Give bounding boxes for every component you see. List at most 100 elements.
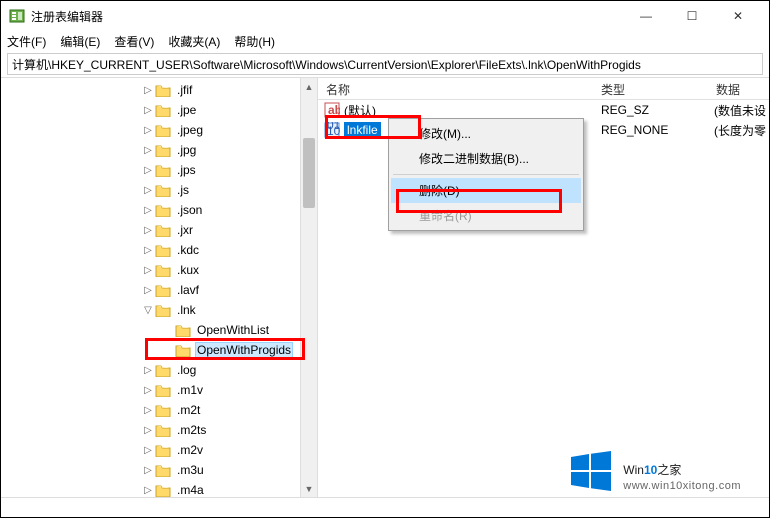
- menu-help[interactable]: 帮助(H): [234, 33, 275, 50]
- tree-node[interactable]: OpenWithProgids: [1, 340, 317, 360]
- tree-node[interactable]: ▷.jfif: [1, 80, 317, 100]
- tree-expand-icon[interactable]: ▷: [141, 285, 155, 296]
- minimize-button[interactable]: —: [623, 1, 669, 31]
- tree-node-label: .m4a: [175, 482, 206, 497]
- scroll-thumb[interactable]: [303, 138, 315, 208]
- maximize-button[interactable]: ☐: [669, 1, 715, 31]
- tree-node[interactable]: ▷.kux: [1, 260, 317, 280]
- tree-expand-icon[interactable]: ▷: [141, 485, 155, 496]
- tree-node[interactable]: ▷.log: [1, 360, 317, 380]
- folder-icon: [155, 83, 171, 97]
- scroll-up-icon[interactable]: ▲: [301, 78, 317, 95]
- titlebar: 注册表编辑器 — ☐ ✕: [1, 1, 769, 31]
- tree-node[interactable]: ▷ .js: [1, 180, 317, 200]
- menu-file[interactable]: 文件(F): [7, 33, 46, 50]
- tree-node[interactable]: ▷ .jxr: [1, 220, 317, 240]
- tree-expand-icon[interactable]: ▷: [141, 265, 155, 276]
- folder-icon: [155, 143, 171, 157]
- folder-icon: [155, 283, 171, 297]
- address-bar[interactable]: 计算机\HKEY_CURRENT_USER\Software\Microsoft…: [7, 53, 763, 75]
- tree-node[interactable]: OpenWithList: [1, 320, 317, 340]
- tree-node[interactable]: ▷.jps: [1, 160, 317, 180]
- tree-node[interactable]: ▷ .kdc: [1, 240, 317, 260]
- context-menu: 修改(M)... 修改二进制数据(B)... 删除(D) 重命名(R): [388, 118, 584, 231]
- tree-expand-icon[interactable]: ▷: [141, 245, 155, 256]
- menu-view[interactable]: 查看(V): [114, 33, 154, 50]
- tree-expand-icon[interactable]: ▷: [141, 105, 155, 116]
- tree-expand-icon[interactable]: ▷: [141, 465, 155, 476]
- header-type[interactable]: 类型: [593, 78, 708, 99]
- tree-node-label: .lavf: [175, 282, 201, 298]
- value-data: (数值未设: [708, 102, 769, 119]
- tree-expand-icon[interactable]: ▷: [141, 165, 155, 176]
- header-data[interactable]: 数据: [708, 78, 769, 99]
- content-area: ▷.jfif▷.jpe▷.jpeg▷.jpg▷.jps▷.js▷.json▷.j…: [1, 77, 769, 497]
- menu-modify-binary[interactable]: 修改二进制数据(B)...: [391, 146, 581, 171]
- tree-scrollbar[interactable]: ▲ ▼: [300, 78, 317, 497]
- folder-icon: [155, 163, 171, 177]
- menu-rename: 重命名(R): [391, 203, 581, 228]
- value-type: REG_NONE: [593, 123, 708, 137]
- tree-expand-icon[interactable]: ▷: [141, 445, 155, 456]
- value-type-icon: 01101001: [324, 122, 340, 138]
- windows-logo-icon: [569, 449, 613, 493]
- tree-expand-icon[interactable]: ▷: [141, 425, 155, 436]
- statusbar: [1, 497, 769, 517]
- scroll-down-icon[interactable]: ▼: [301, 480, 317, 497]
- folder-icon: [155, 203, 171, 217]
- tree-node[interactable]: ▷ .m4a: [1, 480, 317, 497]
- close-button[interactable]: ✕: [715, 1, 761, 31]
- tree-node[interactable]: ▽.lnk: [1, 300, 317, 320]
- value-type: REG_SZ: [593, 103, 708, 117]
- folder-icon: [155, 423, 171, 437]
- tree-node[interactable]: ▷.m2ts: [1, 420, 317, 440]
- folder-icon: [155, 303, 171, 317]
- tree-expand-icon[interactable]: ▷: [141, 405, 155, 416]
- tree-node[interactable]: ▷.json: [1, 200, 317, 220]
- folder-icon: [155, 403, 171, 417]
- folder-icon: [155, 183, 171, 197]
- tree-node-label: .jpe: [175, 102, 198, 118]
- tree-node-label: .jxr: [175, 222, 195, 238]
- folder-icon: [155, 223, 171, 237]
- tree-node[interactable]: ▷ .lavf: [1, 280, 317, 300]
- tree-node[interactable]: ▷ .jpe: [1, 100, 317, 120]
- menu-separator: [393, 174, 579, 175]
- folder-icon: [155, 483, 171, 497]
- tree-node[interactable]: ▷ .m2t: [1, 400, 317, 420]
- tree-node[interactable]: ▷.m2v: [1, 440, 317, 460]
- tree-node-label: .m2t: [175, 402, 202, 418]
- svg-text:1001: 1001: [327, 124, 340, 138]
- value-row[interactable]: ab(默认)REG_SZ(数值未设: [318, 100, 769, 120]
- folder-icon: [175, 343, 191, 357]
- tree-expand-icon[interactable]: ▷: [141, 185, 155, 196]
- tree-node-label: .kdc: [175, 242, 201, 258]
- tree-node[interactable]: ▷.jpg: [1, 140, 317, 160]
- window-title: 注册表编辑器: [31, 8, 623, 25]
- tree-expand-icon[interactable]: ▷: [141, 85, 155, 96]
- tree-expand-icon[interactable]: ▷: [141, 125, 155, 136]
- menu-modify[interactable]: 修改(M)...: [391, 121, 581, 146]
- tree-expand-icon[interactable]: ▷: [141, 205, 155, 216]
- menu-edit[interactable]: 编辑(E): [60, 33, 100, 50]
- header-name[interactable]: 名称: [318, 78, 593, 99]
- tree-expand-icon[interactable]: ▷: [141, 385, 155, 396]
- tree-expand-icon[interactable]: ▽: [141, 305, 155, 316]
- tree-expand-icon[interactable]: ▷: [141, 145, 155, 156]
- tree-expand-icon[interactable]: ▷: [141, 365, 155, 376]
- menu-delete[interactable]: 删除(D): [391, 178, 581, 203]
- folder-icon: [175, 323, 191, 337]
- tree-node-label: OpenWithList: [195, 322, 271, 338]
- folder-icon: [155, 243, 171, 257]
- value-type-icon: ab: [324, 102, 340, 118]
- tree-node[interactable]: ▷.m3u: [1, 460, 317, 480]
- tree-node[interactable]: ▷.m1v: [1, 380, 317, 400]
- tree-expand-icon[interactable]: ▷: [141, 225, 155, 236]
- folder-icon: [155, 463, 171, 477]
- tree-node[interactable]: ▷.jpeg: [1, 120, 317, 140]
- tree-node-label: .js: [175, 182, 191, 198]
- menu-favorites[interactable]: 收藏夹(A): [168, 33, 220, 50]
- value-name: lnkfile: [344, 122, 381, 138]
- tree-pane[interactable]: ▷.jfif▷.jpe▷.jpeg▷.jpg▷.jps▷.js▷.json▷.j…: [1, 78, 318, 497]
- value-list-pane: 名称 类型 数据 ab(默认)REG_SZ(数值未设 01101001lnkfil…: [318, 78, 769, 497]
